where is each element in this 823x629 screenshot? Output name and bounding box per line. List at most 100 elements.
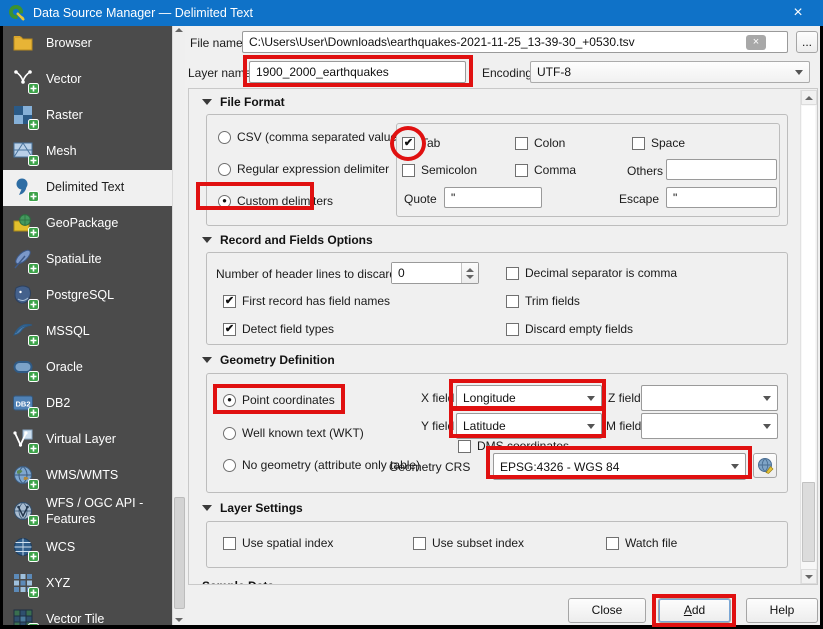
sidebar-scrollbar[interactable] xyxy=(172,26,185,625)
mssql-icon xyxy=(12,320,39,346)
sidebar-item-mssql[interactable]: MSSQL xyxy=(3,314,172,350)
quote-input[interactable] xyxy=(444,187,542,208)
sidebar-scrollbar-thumb[interactable] xyxy=(174,497,185,609)
sidebar-item-vector[interactable]: Vector xyxy=(3,62,172,98)
delimited-text-panel: File name × ... Layer name Encoding UTF-… xyxy=(185,26,820,625)
colon-checkbox[interactable]: Colon xyxy=(515,136,565,150)
source-type-sidebar: Browser Vector Raster Mesh Delimited Text Geo… xyxy=(3,26,172,625)
checkbox-box xyxy=(515,136,528,150)
scroll-down-icon[interactable] xyxy=(175,618,183,622)
first-record-checkbox[interactable]: ✔ First record has field names xyxy=(223,294,390,308)
spin-down-icon[interactable] xyxy=(466,274,474,279)
sidebar-item-label: WCS xyxy=(46,540,76,555)
checkbox-box xyxy=(223,536,236,550)
sidebar-item-label: WFS / OGC API - Features xyxy=(46,496,144,526)
record-fields-header[interactable]: Record and Fields Options xyxy=(202,233,373,247)
custom-delimiters-radio[interactable]: ● Custom delimiters xyxy=(218,194,333,208)
sidebar-item-label: MSSQL xyxy=(46,324,90,339)
csv-radio[interactable]: CSV (comma separated values) xyxy=(218,130,407,144)
layer-name-label: Layer name xyxy=(188,66,252,80)
sidebar-item-wms-wmts[interactable]: WMS/WMTS xyxy=(3,458,172,494)
chevron-down-icon xyxy=(795,69,803,75)
trim-fields-checkbox[interactable]: Trim fields xyxy=(506,294,580,308)
decimal-separator-checkbox[interactable]: Decimal separator is comma xyxy=(506,266,677,280)
select-crs-button[interactable] xyxy=(753,453,777,478)
radio-circle: ● xyxy=(223,393,236,407)
z-field-select[interactable] xyxy=(641,385,778,411)
vector-icon xyxy=(12,68,39,94)
geometry-definition-header[interactable]: Geometry Definition xyxy=(202,353,335,367)
sidebar-item-delimited-text[interactable]: Delimited Text xyxy=(3,170,172,206)
sidebar-item-virtual-layer[interactable]: Virtual Layer xyxy=(3,422,172,458)
add-button[interactable]: Add xyxy=(658,598,731,623)
encoding-select[interactable]: UTF-8 xyxy=(530,61,810,83)
sidebar-item-postgresql[interactable]: PostgreSQL xyxy=(3,278,172,314)
comma-checkbox[interactable]: Comma xyxy=(515,163,576,177)
radio-circle xyxy=(218,130,231,144)
sidebar-item-wfs-ogc-api-features[interactable]: WFS / OGC API - Features xyxy=(3,494,172,530)
geometry-crs-select[interactable]: EPSG:4326 - WGS 84 xyxy=(493,453,746,480)
sidebar-item-label: Raster xyxy=(46,108,83,123)
discard-empty-checkbox[interactable]: Discard empty fields xyxy=(506,322,633,336)
file-format-header[interactable]: File Format xyxy=(202,95,285,109)
sidebar-item-mesh[interactable]: Mesh xyxy=(3,134,172,170)
sidebar-item-xyz[interactable]: XYZ xyxy=(3,566,172,602)
space-checkbox[interactable]: Space xyxy=(632,136,685,150)
watch-file-checkbox[interactable]: Watch file xyxy=(606,536,677,550)
header-lines-spinbox[interactable]: 0 xyxy=(391,262,479,284)
checkbox-box xyxy=(515,163,528,177)
sidebar-item-label: XYZ xyxy=(46,576,71,591)
wkt-radio[interactable]: Well known text (WKT) xyxy=(223,426,364,440)
scrollbar-track[interactable] xyxy=(802,106,815,482)
scroll-down-button[interactable] xyxy=(801,569,817,584)
m-field-select[interactable] xyxy=(641,413,778,439)
scroll-up-button[interactable] xyxy=(801,90,817,105)
close-window-button[interactable]: × xyxy=(781,0,815,26)
titlebar: Data Source Manager — Delimited Text × xyxy=(0,0,823,26)
scrollbar-thumb[interactable] xyxy=(802,482,815,562)
point-coordinates-radio[interactable]: ● Point coordinates xyxy=(223,393,335,407)
layer-settings-header[interactable]: Layer Settings xyxy=(202,501,303,515)
tab-checkbox[interactable]: ✔ Tab xyxy=(402,136,440,150)
semicolon-checkbox[interactable]: Semicolon xyxy=(402,163,477,177)
checkbox-box xyxy=(413,536,426,550)
sidebar-item-vector-tile[interactable]: Vector Tile xyxy=(3,602,172,625)
y-field-label: Y field xyxy=(421,419,455,433)
sidebar-item-label: Virtual Layer xyxy=(46,432,116,447)
clear-text-icon[interactable]: × xyxy=(746,35,766,50)
spinner-arrows[interactable] xyxy=(461,263,478,283)
x-field-select[interactable]: Longitude xyxy=(456,385,602,411)
help-button[interactable]: Help xyxy=(746,598,818,623)
sidebar-item-db2[interactable]: DB2 DB2 xyxy=(3,386,172,422)
detect-field-types-checkbox[interactable]: ✔ Detect field types xyxy=(223,322,334,336)
others-input[interactable] xyxy=(666,159,777,180)
sidebar-item-wcs[interactable]: WCS xyxy=(3,530,172,566)
options-scrollbar[interactable] xyxy=(800,90,817,584)
sidebar-item-raster[interactable]: Raster xyxy=(3,98,172,134)
sidebar-item-oracle[interactable]: Oracle xyxy=(3,350,172,386)
layer-name-input[interactable] xyxy=(249,61,466,83)
regexp-delimiter-radio[interactable]: Regular expression delimiter xyxy=(218,162,389,176)
scroll-up-icon[interactable] xyxy=(175,28,183,32)
sidebar-item-geopackage[interactable]: GeoPackage xyxy=(3,206,172,242)
file-name-input[interactable] xyxy=(242,31,788,53)
close-button[interactable]: Close xyxy=(568,598,646,623)
radio-circle xyxy=(218,162,231,176)
spin-up-icon[interactable] xyxy=(466,267,474,272)
sidebar-item-label: WMS/WMTS xyxy=(46,468,119,483)
use-spatial-index-checkbox[interactable]: Use spatial index xyxy=(223,536,333,550)
collapse-triangle-icon xyxy=(202,237,212,243)
browse-file-button[interactable]: ... xyxy=(796,31,818,53)
y-field-select[interactable]: Latitude xyxy=(456,413,602,439)
sidebar-item-spatialite[interactable]: SpatiaLite xyxy=(3,242,172,278)
chevron-down-icon xyxy=(731,464,739,469)
use-subset-index-checkbox[interactable]: Use subset index xyxy=(413,536,524,550)
sidebar-item-browser[interactable]: Browser xyxy=(3,26,172,62)
collapse-triangle-icon xyxy=(202,99,212,105)
globe-crs-icon xyxy=(757,458,773,474)
geopackage-icon xyxy=(12,212,39,238)
vector-tile-icon xyxy=(12,608,39,625)
sidebar-item-label: Oracle xyxy=(46,360,83,375)
escape-input[interactable] xyxy=(666,187,777,208)
dms-coordinates-checkbox[interactable]: DMS coordinates xyxy=(458,439,569,453)
